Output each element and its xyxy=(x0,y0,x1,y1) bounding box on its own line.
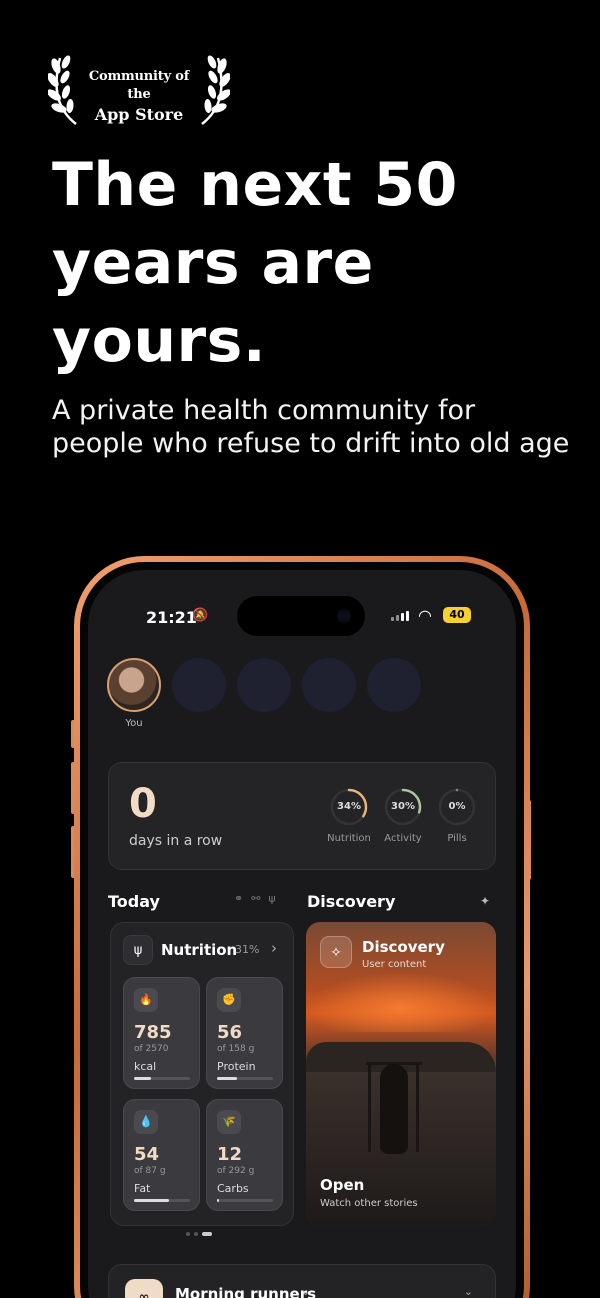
pills-ring-pct: 0% xyxy=(448,801,466,812)
pullup-pole xyxy=(416,1062,419,1152)
discovery-section-title: Discovery xyxy=(307,892,396,911)
tile-value: 785 xyxy=(134,1022,172,1043)
headline: The next 50 years are yours. xyxy=(52,150,458,376)
tile-name: kcal xyxy=(134,1060,157,1073)
cellular-signal-icon xyxy=(391,611,409,621)
tile-goal: of 158 g xyxy=(217,1044,255,1054)
nutrition-ring-label: Nutrition xyxy=(327,833,371,844)
badge-text: Community of the App Store xyxy=(80,68,198,126)
tile-progress xyxy=(217,1199,273,1202)
story-label-you: You xyxy=(125,718,143,729)
wifi-icon: ◠ xyxy=(418,606,432,625)
streak-card[interactable]: 0 days in a row 34% Nutrition 30% Activi… xyxy=(108,762,496,870)
tile-progress xyxy=(134,1199,190,1202)
pills-ring-label: Pills xyxy=(447,833,467,844)
protein-tile[interactable]: ✊ 56 of 158 g Protein xyxy=(206,977,283,1089)
tile-progress xyxy=(217,1077,273,1080)
badge-line2: App Store xyxy=(94,105,184,124)
story-avatar-placeholder[interactable] xyxy=(172,658,226,712)
camera-icon xyxy=(337,609,351,623)
nutrition-card[interactable]: ψ Nutrition 31% › 🔥 785 of 2570 kcal ✊ 5… xyxy=(110,922,294,1226)
battery-indicator: 40 xyxy=(443,607,471,623)
story-avatar-placeholder[interactable] xyxy=(237,658,291,712)
tile-name: Carbs xyxy=(217,1182,249,1195)
streak-label: days in a row xyxy=(129,833,223,849)
pullup-pole xyxy=(368,1062,371,1152)
sparkle-icon[interactable]: ✦ xyxy=(480,894,490,908)
group-icon: ∞ xyxy=(125,1279,163,1298)
fat-tile[interactable]: 💧 54 of 87 g Fat xyxy=(123,1099,200,1211)
tile-goal: of 87 g xyxy=(134,1166,166,1176)
group-card[interactable]: ∞ Morning runners ⌄ ⌄ xyxy=(108,1264,496,1298)
story-avatar-you[interactable] xyxy=(107,658,161,712)
discovery-card[interactable]: ✧ Discovery User content Open Watch othe… xyxy=(306,922,496,1226)
group-title: Morning runners xyxy=(175,1285,317,1298)
streak-count: 0 xyxy=(129,781,157,827)
tile-goal: of 2570 xyxy=(134,1044,169,1054)
status-time: 21:21 xyxy=(146,608,197,627)
activity-ring-label: Activity xyxy=(384,833,422,844)
grain-icon: 🌾 xyxy=(217,1110,241,1134)
tile-progress xyxy=(134,1077,190,1080)
app-store-badge: Community of the App Store xyxy=(48,50,230,128)
activity-ring-pct: 30% xyxy=(391,801,415,812)
pager-dots[interactable] xyxy=(186,1232,212,1236)
tile-name: Fat xyxy=(134,1182,151,1195)
laurel-left-icon xyxy=(48,55,77,125)
badge-line1: Community of the xyxy=(88,69,190,102)
chevron-down-icon[interactable]: ⌄ xyxy=(301,1285,310,1298)
today-filter-icons[interactable]: ⚭⚯ψ xyxy=(234,892,284,905)
carbs-tile[interactable]: 🌾 12 of 292 g Carbs xyxy=(206,1099,283,1211)
subheadline: A private health community for people wh… xyxy=(52,395,570,459)
today-section-title: Today xyxy=(108,892,160,911)
dynamic-island xyxy=(237,596,365,636)
story-avatar-placeholder[interactable] xyxy=(367,658,421,712)
kcal-tile[interactable]: 🔥 785 of 2570 kcal xyxy=(123,977,200,1089)
tile-value: 56 xyxy=(217,1022,243,1043)
phone-frame: 21:21 🔕 ◠ 40 You 0 days in a row 34% Nut… xyxy=(74,556,530,1298)
discovery-card-title: Discovery xyxy=(362,938,445,956)
fork-knife-icon: ψ xyxy=(123,935,153,965)
athlete-silhouette xyxy=(380,1064,408,1154)
flame-icon: 🔥 xyxy=(134,988,158,1012)
tile-goal: of 292 g xyxy=(217,1166,255,1176)
drop-icon: 💧 xyxy=(134,1110,158,1134)
sparkle-icon: ✧ xyxy=(320,936,352,968)
laurel-right-icon xyxy=(201,55,230,125)
nutrition-pct: 31% xyxy=(235,943,260,956)
chevron-right-icon: › xyxy=(271,939,277,957)
phone-screen: 21:21 🔕 ◠ 40 You 0 days in a row 34% Nut… xyxy=(88,570,516,1298)
tile-name: Protein xyxy=(217,1060,256,1073)
discovery-watch-caption: Watch other stories xyxy=(320,1198,418,1209)
sunset-glow xyxy=(306,972,496,1032)
discovery-card-subtitle: User content xyxy=(362,959,427,970)
activity-ring: 30% xyxy=(383,787,423,827)
tile-value: 54 xyxy=(134,1144,160,1165)
phone-bezel: 21:21 🔕 ◠ 40 You 0 days in a row 34% Nut… xyxy=(80,562,524,1298)
nutrition-ring: 34% xyxy=(329,787,369,827)
muscle-icon: ✊ xyxy=(217,988,241,1012)
chevron-down-icon[interactable]: ⌄ xyxy=(464,1285,473,1298)
nutrition-title: Nutrition xyxy=(161,941,238,959)
story-avatar-placeholder[interactable] xyxy=(302,658,356,712)
tile-value: 12 xyxy=(217,1144,243,1165)
nutrition-ring-pct: 34% xyxy=(337,801,361,812)
bell-off-icon: 🔕 xyxy=(192,608,209,623)
discovery-open-link[interactable]: Open xyxy=(320,1176,364,1194)
pills-ring: 0% xyxy=(437,787,477,827)
